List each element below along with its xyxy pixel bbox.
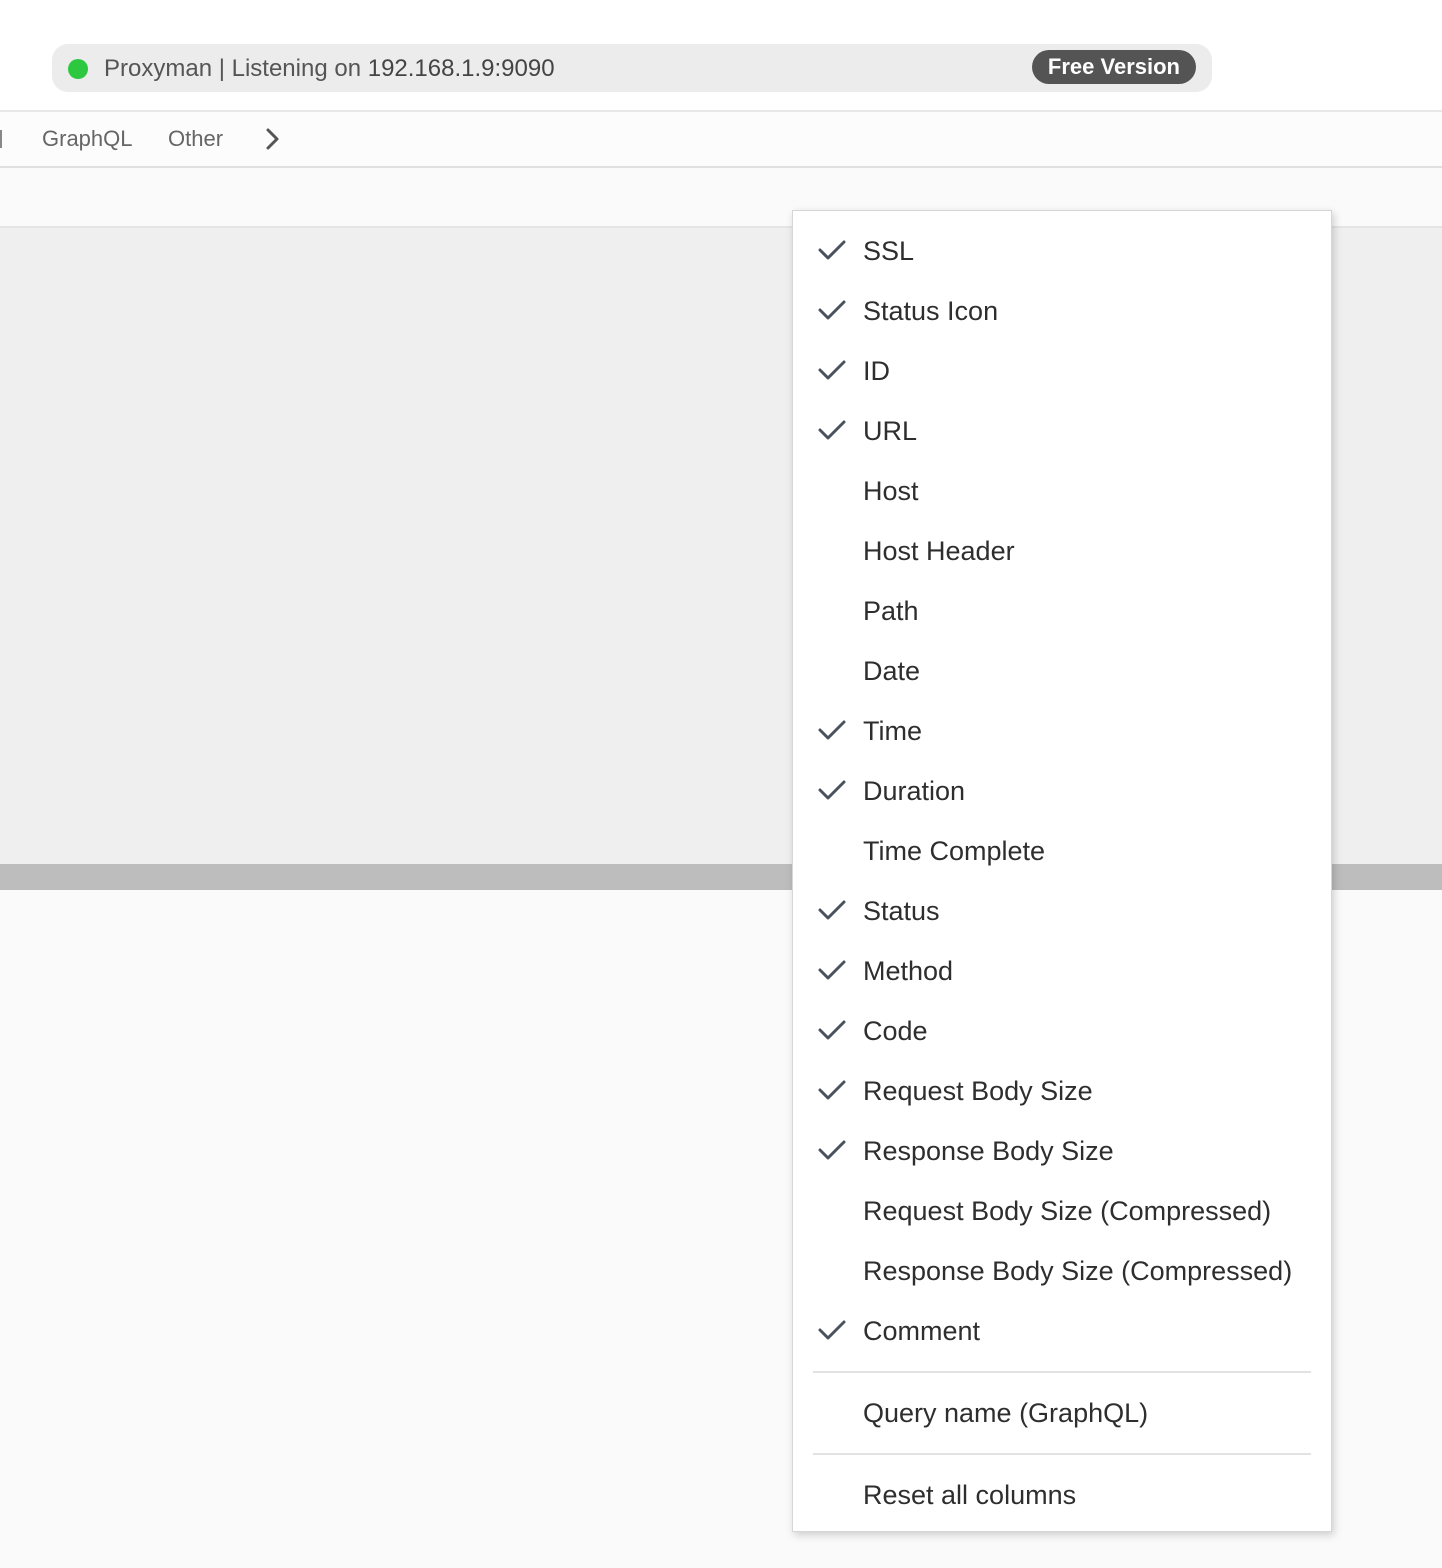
checkmark-icon [818,1320,846,1340]
menu-item-label: Reset all columns [863,1480,1077,1510]
menu-item-id[interactable]: ID [793,341,1331,401]
content-type-filter-bar: GraphQL Other [0,112,1442,168]
menu-item-label: Host [863,476,919,506]
menu-item-query-name-graphql[interactable]: Query name (GraphQL) [793,1383,1331,1443]
menu-item-ssl[interactable]: SSL [793,221,1331,281]
menu-item-request-body-size-compressed[interactable]: Request Body Size (Compressed) [793,1181,1331,1241]
menu-item-label: Request Body Size [863,1076,1093,1106]
menu-item-label: Response Body Size [863,1136,1114,1166]
checkmark-icon [818,720,846,740]
menu-item-method[interactable]: Method [793,941,1331,1001]
checkmark-icon [818,420,846,440]
menu-item-label: Date [863,656,921,686]
menu-item-host[interactable]: Host [793,461,1331,521]
checkmark-icon [818,900,846,920]
menu-item-label: Time [863,716,922,746]
menu-item-label: Status [863,896,940,926]
checkmark-icon [818,300,846,320]
menu-item-code[interactable]: Code [793,1001,1331,1061]
menu-item-label: Time Complete [863,836,1046,866]
menu-item-time[interactable]: Time [793,701,1331,761]
menu-item-label: Comment [863,1316,981,1346]
menu-item-time-complete[interactable]: Time Complete [793,821,1331,881]
menu-item-label: Query name (GraphQL) [863,1398,1149,1428]
menu-item-label: Response Body Size (Compressed) [863,1256,1293,1286]
menu-separator [793,1443,1331,1465]
menu-separator [793,1361,1331,1383]
menu-item-label: Duration [863,776,966,806]
menu-item-label: Host Header [863,536,1015,566]
filter-tab-partial [0,130,2,148]
checkmark-icon [818,1020,846,1040]
menu-item-path[interactable]: Path [793,581,1331,641]
checkmark-icon [818,360,846,380]
checkmark-icon [818,1080,846,1100]
menu-item-response-body-size[interactable]: Response Body Size [793,1121,1331,1181]
chevron-right-icon[interactable] [262,126,284,152]
menu-item-request-body-size[interactable]: Request Body Size [793,1061,1331,1121]
column-menu-items: SSL Status Icon ID URL Host Host Header … [793,221,1331,1525]
menu-item-label: Path [863,596,919,626]
proxy-status-bar: Proxyman | Listening on 192.168.1.9:9090… [52,44,1212,92]
menu-item-date[interactable]: Date [793,641,1331,701]
free-version-badge[interactable]: Free Version [1031,50,1196,84]
checkmark-icon [818,240,846,260]
menu-item-status-icon[interactable]: Status Icon [793,281,1331,341]
listening-status-text: Proxyman | Listening on 192.168.1.9:9090 [104,55,555,83]
checkmark-icon [818,780,846,800]
menu-item-label: SSL [863,236,915,266]
checkmark-icon [818,960,846,980]
column-context-menu: SSL Status Icon ID URL Host Host Header … [792,210,1332,1532]
menu-item-label: Method [863,956,954,986]
menu-item-label: URL [863,416,918,446]
menu-item-duration[interactable]: Duration [793,761,1331,821]
tab-other[interactable]: Other [168,125,223,153]
checkmark-icon [818,1140,846,1160]
menu-item-status[interactable]: Status [793,881,1331,941]
app-name: Proxyman | Listening on [104,55,362,82]
title-bar: Proxyman | Listening on 192.168.1.9:9090… [0,0,1442,112]
proxy-address: 192.168.1.9:9090 [367,55,555,82]
menu-item-host-header[interactable]: Host Header [793,521,1331,581]
menu-item-label: ID [863,356,890,386]
menu-item-url[interactable]: URL [793,401,1331,461]
menu-item-comment[interactable]: Comment [793,1301,1331,1361]
listening-status-icon [68,59,88,79]
menu-item-reset-all-columns[interactable]: Reset all columns [793,1465,1331,1525]
menu-item-label: Code [863,1016,928,1046]
menu-item-label: Status Icon [863,296,999,326]
menu-item-response-body-size-compressed[interactable]: Response Body Size (Compressed) [793,1241,1331,1301]
tab-graphql[interactable]: GraphQL [42,125,133,153]
menu-item-label: Request Body Size (Compressed) [863,1196,1272,1226]
